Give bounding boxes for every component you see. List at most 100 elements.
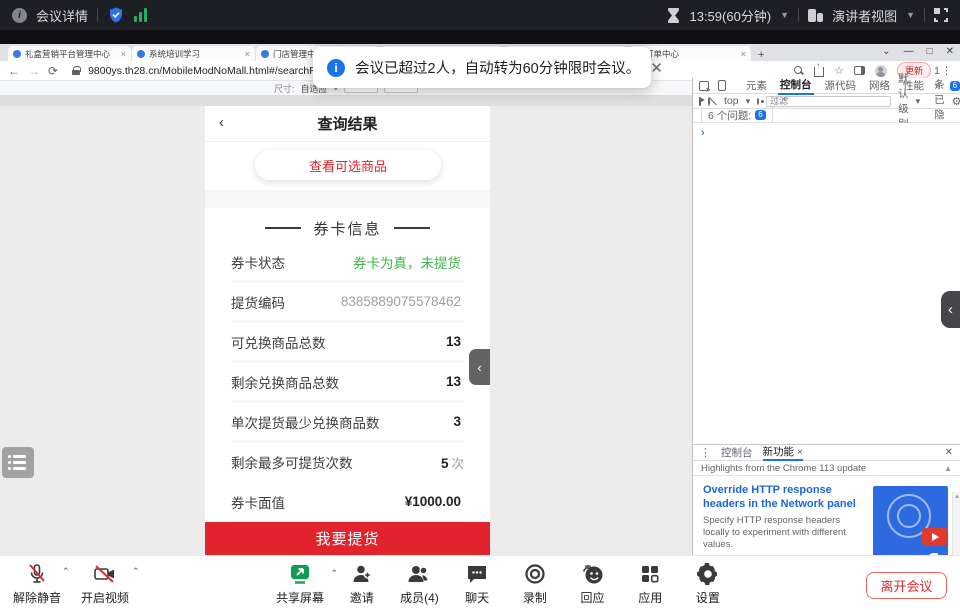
window-menu-icon[interactable]: ⌄: [882, 46, 890, 57]
browser-tab[interactable]: 礼盒营销平台管理中心 ×: [8, 46, 131, 61]
pickup-button[interactable]: 我要提货: [205, 522, 490, 555]
tab-close-icon[interactable]: ×: [121, 49, 126, 59]
tab-close-icon[interactable]: ×: [741, 49, 746, 59]
field-value: 5: [441, 456, 449, 471]
unmute-label: 解除静音: [13, 589, 61, 606]
drawer-tab-whatsnew[interactable]: 新功能 ×: [763, 444, 804, 461]
start-video-label: 开启视频: [81, 589, 129, 606]
unmute-button[interactable]: 解除静音 ⌃: [4, 562, 70, 606]
share-screen-button[interactable]: 共享屏幕 ⌃: [276, 562, 324, 606]
window-minimize-icon[interactable]: —: [904, 46, 914, 57]
issues-bar: 6 个问题: 6: [693, 109, 960, 123]
page-viewport-area: ‹ 查询结果 查看可选商品 券卡信息: [0, 96, 692, 555]
chat-button[interactable]: 聊天: [457, 562, 497, 606]
console-filter-input[interactable]: [766, 96, 891, 107]
live-expression-icon[interactable]: [757, 98, 759, 105]
video-options-chevron-icon[interactable]: ⌃: [132, 566, 140, 577]
action-zone: 查看可选商品: [205, 142, 490, 190]
window-maximize-icon[interactable]: □: [927, 46, 933, 57]
back-chevron-icon[interactable]: ‹: [219, 114, 224, 131]
device-toolbar-icon[interactable]: [718, 80, 726, 91]
view-mode-label[interactable]: 演讲者视图: [832, 6, 897, 25]
zoom-meeting-window: i 会议详情 13:59(60分钟) ▼ 演讲者视图 ▼: [0, 0, 960, 610]
settings-label: 设置: [696, 589, 720, 606]
apps-button[interactable]: 应用: [630, 562, 670, 606]
page-collapse-handle[interactable]: ‹: [469, 349, 490, 385]
context-caret-icon[interactable]: ▾: [746, 96, 751, 107]
devtools-tab[interactable]: 元素: [744, 77, 769, 94]
divider: [798, 8, 799, 22]
new-tab-button[interactable]: +: [758, 49, 764, 61]
devtools-tab[interactable]: 源代码: [823, 77, 859, 94]
card-info-section: 券卡信息 券卡状态 券卡为真，未提货: [205, 208, 490, 555]
field-list: 券卡状态 券卡为真，未提货 提货编码 8385889075578462: [205, 242, 490, 522]
clear-console-icon[interactable]: [708, 97, 710, 106]
settings-button[interactable]: 设置: [688, 562, 728, 606]
log-levels-select[interactable]: 默认级别: [898, 71, 909, 131]
forward-icon[interactable]: →: [28, 65, 40, 77]
leave-meeting-button[interactable]: 离开会议: [866, 572, 947, 599]
share-options-chevron-icon[interactable]: ⌃: [330, 568, 338, 579]
whatsnew-text: Specify HTTP response headers locally to…: [703, 515, 861, 552]
record-button[interactable]: 录制: [515, 562, 555, 606]
mobile-header: ‹ 查询结果: [205, 106, 490, 142]
scroll-up-icon[interactable]: ▲: [944, 464, 952, 473]
members-button[interactable]: 成员(4): [399, 562, 439, 606]
view-products-button[interactable]: 查看可选商品: [255, 150, 441, 180]
field-row: 券卡面值 ¥1000.00: [231, 482, 464, 522]
browser-tab[interactable]: 系统培训学习 ×: [132, 46, 255, 61]
invite-button[interactable]: 邀请: [342, 562, 382, 606]
tab-close-icon[interactable]: ×: [245, 49, 250, 59]
issues-count-badge: 6: [755, 110, 765, 120]
zoom-page-icon[interactable]: [794, 66, 804, 76]
whatsnew-link[interactable]: Override HTTP response headers in the Ne…: [703, 484, 861, 512]
inspect-element-icon[interactable]: [699, 81, 709, 91]
lock-icon[interactable]: [72, 66, 80, 75]
tab-title: 系统培训学习: [149, 48, 241, 60]
toast-close-icon[interactable]: ✕: [650, 59, 663, 77]
side-panel-icon[interactable]: [854, 66, 865, 75]
devtools-tab[interactable]: 控制台: [778, 76, 814, 95]
messages-badge[interactable]: 6: [950, 81, 960, 91]
mic-options-chevron-icon[interactable]: ⌃: [62, 566, 70, 577]
issues-box[interactable]: 6 个问题: 6: [701, 107, 773, 125]
field-row: 券卡状态 券卡为真，未提货: [231, 242, 464, 282]
context-select[interactable]: top: [724, 95, 739, 107]
console-sidebar-icon[interactable]: [699, 97, 701, 106]
drawer-tab-console[interactable]: 控制台: [721, 445, 753, 460]
back-icon[interactable]: ←: [8, 65, 20, 77]
console-output[interactable]: ›: [693, 123, 960, 402]
devtools-tab[interactable]: 网络: [867, 77, 892, 94]
levels-caret-icon[interactable]: ▾: [916, 96, 921, 107]
reload-icon[interactable]: ⟳: [48, 65, 58, 77]
divider: [97, 8, 98, 22]
field-label: 提货编码: [231, 292, 285, 312]
sidebar-collapse-handle[interactable]: ‹: [941, 291, 960, 328]
reactions-icon: [580, 562, 606, 586]
meeting-details-label[interactable]: 会议详情: [36, 6, 88, 25]
fullscreen-icon[interactable]: [934, 8, 948, 22]
drawer-menu-icon[interactable]: ⋮: [700, 446, 711, 459]
drawer-tab-close-icon[interactable]: ×: [797, 446, 803, 458]
field-value: 券卡为真，未提货: [353, 256, 461, 271]
console-settings-icon[interactable]: ⚙: [952, 95, 960, 108]
view-caret-icon[interactable]: ▼: [906, 10, 915, 20]
encryption-shield-icon[interactable]: [107, 6, 125, 24]
heading-dash: [265, 227, 301, 229]
start-video-button[interactable]: 开启视频 ⌃: [72, 562, 138, 606]
share-page-icon[interactable]: [814, 67, 824, 77]
annotation-list-handle[interactable]: [2, 447, 34, 478]
field-row: 剩余最多可提货次数 5次: [231, 442, 464, 482]
timer-caret-icon[interactable]: ▼: [780, 10, 789, 20]
profile-avatar[interactable]: [875, 65, 887, 77]
meeting-info-icon[interactable]: i: [12, 8, 27, 23]
window-close-icon[interactable]: ✕: [946, 46, 954, 57]
drawer-close-icon[interactable]: ✕: [945, 447, 953, 458]
chat-label: 聊天: [465, 589, 489, 606]
video-off-icon: [92, 562, 118, 586]
field-label: 剩余最多可提货次数: [231, 452, 353, 472]
meeting-toolbar: 解除静音 ⌃ 开启视频 ⌃ 共享屏幕 ⌃: [0, 555, 960, 610]
reactions-button[interactable]: 回应: [573, 562, 613, 606]
timer-hourglass-icon: [667, 8, 680, 23]
field-value: 8385889075578462: [341, 294, 461, 309]
